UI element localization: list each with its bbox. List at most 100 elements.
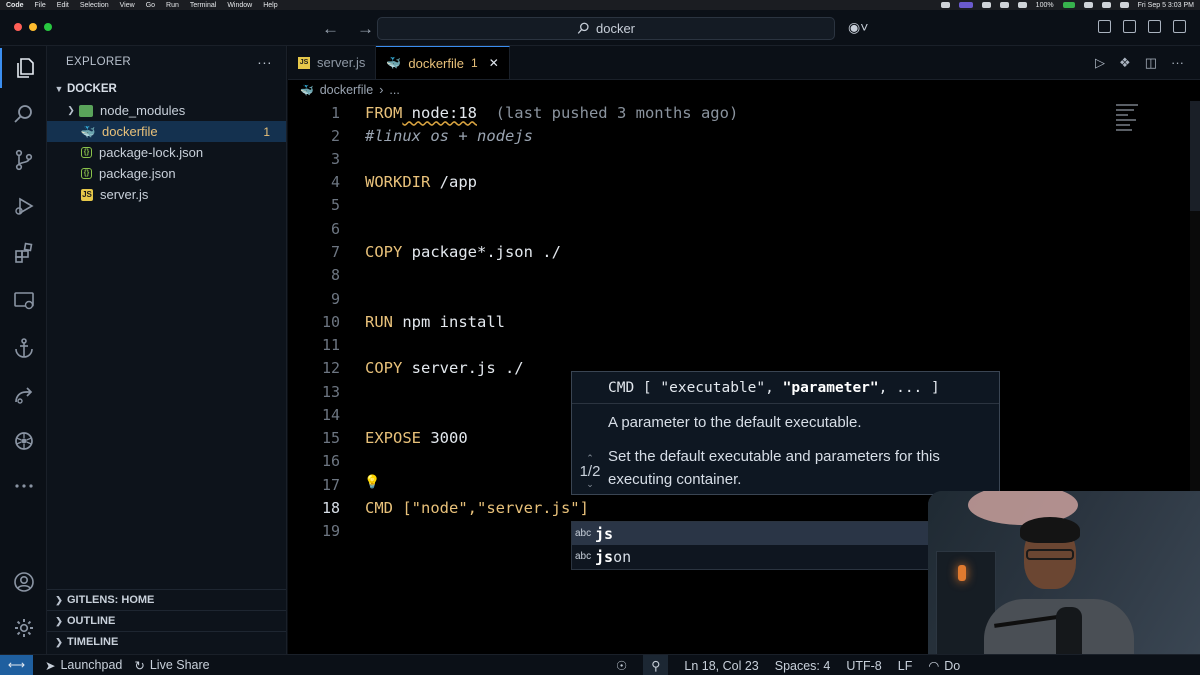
line-number: 16 <box>321 451 340 470</box>
status-app-icon[interactable] <box>981 2 991 8</box>
menu-terminal[interactable]: Terminal <box>190 2 216 9</box>
loading-icon: ◠ <box>928 659 940 673</box>
section-label: TIMELINE <box>67 636 119 648</box>
back-arrow-icon[interactable]: ← <box>322 19 339 39</box>
toggle-primary-sidebar-icon[interactable] <box>1098 20 1111 33</box>
zoom-window-button[interactable] <box>44 23 52 31</box>
menu-run[interactable]: Run <box>166 2 179 9</box>
tree-item-node-modules[interactable]: ❯ node_modules <box>47 100 286 121</box>
split-editor-icon[interactable]: ◫ <box>1145 55 1157 71</box>
command-center-search[interactable]: docker <box>377 17 835 40</box>
live-share-icon[interactable] <box>0 375 47 415</box>
copilot-status-icon[interactable]: ☉ <box>616 658 627 673</box>
code-text: /app <box>430 172 477 191</box>
screen-record-icon[interactable] <box>958 2 973 8</box>
tree-item-package-json[interactable]: {} package.json <box>47 163 286 184</box>
menu-app-code[interactable]: Code <box>6 2 24 9</box>
toggle-secondary-sidebar-icon[interactable] <box>1148 20 1161 33</box>
explorer-more-actions-icon[interactable]: ··· <box>257 54 272 70</box>
line-number: 8 <box>330 265 340 284</box>
code-line: 5 <box>288 193 1118 216</box>
menu-view[interactable]: View <box>120 2 135 9</box>
scrollbar-thumb[interactable] <box>1190 101 1200 211</box>
menu-selection[interactable]: Selection <box>80 2 109 9</box>
line-number: 2 <box>330 126 340 145</box>
minimize-window-button[interactable] <box>29 23 37 31</box>
cursor-position[interactable]: Ln 18, Col 23 <box>684 659 758 673</box>
parameter-doc: A parameter to the default executable. <box>608 414 862 431</box>
menu-go[interactable]: Go <box>146 2 155 9</box>
indentation[interactable]: Spaces: 4 <box>775 659 831 673</box>
tree-item-dockerfile[interactable]: 🐳 dockerfile 1 <box>47 121 286 142</box>
status-extra-icon[interactable] <box>940 2 950 8</box>
status-app-icon-3[interactable] <box>1017 2 1027 8</box>
run-icon[interactable]: ▷ <box>1095 55 1105 71</box>
battery-icon[interactable] <box>1062 2 1075 8</box>
remote-indicator-icon[interactable]: ⟷ <box>0 654 33 675</box>
tab-server-js[interactable]: JS server.js <box>288 46 377 79</box>
toggle-panel-icon[interactable] <box>1123 20 1136 33</box>
tree-item-package-lock-json[interactable]: {} package-lock.json <box>47 142 286 163</box>
menu-help[interactable]: Help <box>263 2 277 9</box>
run-debug-icon[interactable] <box>0 186 47 226</box>
tab-dockerfile[interactable]: 🐳 dockerfile 1 ✕ <box>376 46 510 79</box>
launchpad-label: Launchpad <box>60 658 123 672</box>
zoom-icon[interactable]: ⚲ <box>643 655 669 675</box>
lightbulb-icon[interactable]: 💡 <box>364 474 380 490</box>
editor-tabs: JS server.js 🐳 dockerfile 1 ✕ ▷ ❖ ◫ ··· <box>288 46 1200 80</box>
control-center-icon[interactable] <box>1119 2 1129 8</box>
more-icon[interactable] <box>0 466 47 506</box>
suggestion-item[interactable]: abc js <box>572 522 930 545</box>
language-mode[interactable]: ◠ Do <box>928 658 960 674</box>
menu-file[interactable]: File <box>35 2 46 9</box>
gitlens-home-section[interactable]: ❯ GITLENS: HOME <box>47 589 286 610</box>
code-line: 3 <box>288 147 1118 170</box>
end-of-line[interactable]: LF <box>898 659 913 673</box>
search-icon[interactable] <box>0 94 47 134</box>
docker-anchor-icon[interactable] <box>0 328 47 368</box>
settings-gear-icon[interactable] <box>0 608 47 648</box>
wifi-icon[interactable] <box>1083 2 1093 8</box>
close-icon[interactable]: ✕ <box>489 56 499 70</box>
line-number: 9 <box>330 289 340 308</box>
tree-item-label: package.json <box>99 166 176 181</box>
outline-section[interactable]: ❯ OUTLINE <box>47 610 286 631</box>
spotlight-icon[interactable] <box>1101 2 1111 8</box>
live-share-button[interactable]: ↻ Live Share <box>134 658 209 673</box>
chevron-down-icon[interactable]: ⌄ <box>574 479 606 490</box>
menu-edit[interactable]: Edit <box>57 2 69 9</box>
forward-arrow-icon[interactable]: → <box>357 19 374 39</box>
accounts-icon[interactable] <box>0 562 47 602</box>
keyword: CMD <box>365 498 393 517</box>
line-number: 4 <box>330 172 340 191</box>
customize-layout-icon[interactable] <box>1173 20 1186 33</box>
extensions-icon[interactable] <box>0 233 47 273</box>
breadcrumb-file[interactable]: dockerfile <box>320 83 374 97</box>
line-number: 7 <box>330 242 340 261</box>
explorer-icon[interactable] <box>0 48 47 88</box>
menu-window[interactable]: Window <box>227 2 252 9</box>
more-actions-icon[interactable]: ··· <box>1171 55 1184 70</box>
code-line: 8 <box>288 263 1118 286</box>
copilot-chat-icon[interactable]: ❖ <box>1119 55 1131 71</box>
menubar-clock[interactable]: Fri Sep 5 3:03 PM <box>1138 2 1194 9</box>
source-control-icon[interactable] <box>0 140 47 180</box>
remote-explorer-icon[interactable] <box>0 281 47 321</box>
signature-counter[interactable]: ⌃ 1/2 ⌄ <box>574 453 606 490</box>
launchpad-button[interactable]: ➤ Launchpad <box>45 658 122 673</box>
breadcrumb-rest[interactable]: ... <box>389 83 399 97</box>
suggestion-item[interactable]: abc js on <box>572 545 930 568</box>
code-text: npm install <box>393 312 505 331</box>
kubernetes-icon[interactable] <box>0 421 47 461</box>
close-window-button[interactable] <box>14 23 22 31</box>
line-number: 3 <box>330 149 340 168</box>
tree-item-server-js[interactable]: JS server.js <box>47 184 286 205</box>
keyword: COPY <box>365 358 403 377</box>
encoding[interactable]: UTF-8 <box>846 659 881 673</box>
minimap[interactable] <box>1116 101 1191 146</box>
copilot-icon[interactable]: ◉˅ <box>848 19 868 36</box>
status-app-icon-2[interactable] <box>999 2 1009 8</box>
timeline-section[interactable]: ❯ TIMELINE <box>47 631 286 652</box>
workspace-folder-header[interactable]: ▼ DOCKER <box>47 78 286 100</box>
signature-prefix: CMD [ "executable", <box>608 379 783 396</box>
